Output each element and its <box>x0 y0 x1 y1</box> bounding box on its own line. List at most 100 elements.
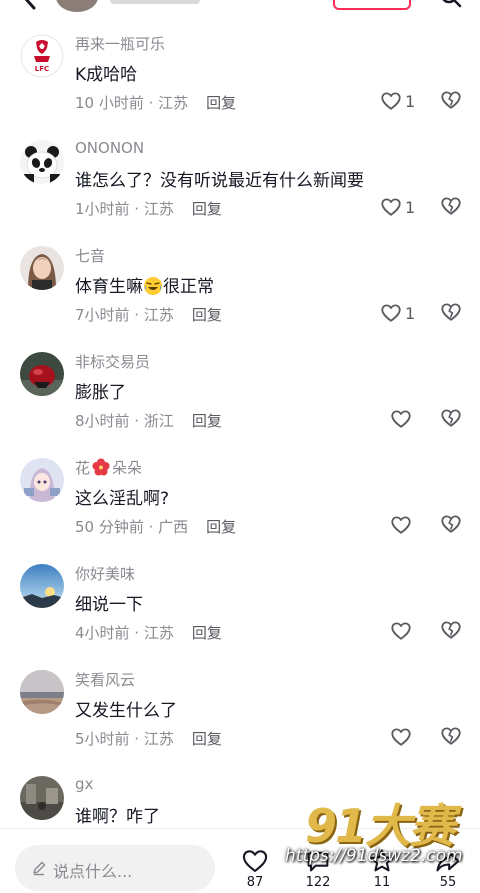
heart-icon <box>391 622 411 640</box>
comment-item: 非标交易员 膨胀了 8小时前 · 浙江 回复 <box>0 344 480 450</box>
comment-item: 七音 体育生嘛 很正常 7小时前 · 江苏 回复 1 <box>0 238 480 344</box>
comment-item: 花 朵朵 这么淫乱啊? 50 分钟前 · 广西 回复 <box>0 450 480 556</box>
comment-input-placeholder: 说点什么... <box>53 862 133 881</box>
reply-button[interactable]: 回复 <box>206 518 236 536</box>
anime-girl-icon <box>20 458 64 502</box>
like-button[interactable] <box>390 619 415 643</box>
comment-author[interactable]: 非标交易员 <box>75 351 150 372</box>
reply-button[interactable]: 回复 <box>192 200 222 218</box>
comment-author-part: 朵朵 <box>112 459 143 477</box>
comment-meta: 7小时前 · 江苏 回复 <box>75 304 222 325</box>
reply-button[interactable]: 回复 <box>192 624 222 642</box>
sky-sunset-icon <box>20 564 64 608</box>
like-button[interactable] <box>390 513 415 537</box>
heart-icon <box>391 516 411 534</box>
street-photo-icon <box>20 776 64 820</box>
comment-text: 这么淫乱啊? <box>75 489 170 509</box>
reply-button[interactable]: 回复 <box>206 94 236 112</box>
comment-author[interactable]: 笑看风云 <box>75 669 135 690</box>
comment-time: 10 小时前 · 江苏 <box>75 94 189 112</box>
author-name <box>110 0 200 4</box>
broken-heart-icon[interactable] <box>440 513 462 535</box>
follow-button[interactable] <box>333 0 411 10</box>
like-action[interactable]: 87 <box>235 843 275 893</box>
comment-meta: 4小时前 · 江苏 回复 <box>75 622 222 643</box>
avatar[interactable] <box>20 776 64 820</box>
comment-time: 7小时前 · 江苏 <box>75 306 174 324</box>
heart-icon <box>381 304 401 322</box>
reply-button[interactable]: 回复 <box>192 730 222 748</box>
comment-meta: 8小时前 · 浙江 回复 <box>75 410 222 431</box>
comment-action[interactable]: 122 <box>298 843 338 893</box>
comment-author[interactable]: 七音 <box>75 245 105 266</box>
broken-heart-icon[interactable] <box>440 195 462 217</box>
share-action[interactable]: 55 <box>428 843 468 893</box>
avatar[interactable] <box>20 458 64 502</box>
avatar[interactable] <box>20 140 64 184</box>
like-button[interactable]: 1 <box>380 89 415 113</box>
comment-text: 细说一下 <box>75 595 143 615</box>
like-count: 87 <box>246 875 264 890</box>
comment-author[interactable]: gx <box>75 775 93 793</box>
back-arrow-icon[interactable] <box>20 0 40 10</box>
comment-author[interactable]: 再来一瓶可乐 <box>75 33 165 54</box>
comment-time: 8小时前 · 浙江 <box>75 412 174 430</box>
share-count: 55 <box>439 875 457 890</box>
red-object-icon <box>20 352 64 396</box>
avatar[interactable]: LFC <box>20 34 64 78</box>
star-icon <box>370 849 394 872</box>
heart-icon <box>391 728 411 746</box>
avatar[interactable] <box>20 246 64 290</box>
favorite-action[interactable]: 11 <box>362 843 402 893</box>
broken-heart-icon[interactable] <box>440 407 462 429</box>
heart-icon <box>242 850 268 872</box>
comment-input[interactable]: 说点什么... <box>15 845 215 891</box>
heart-icon <box>381 198 401 216</box>
heart-icon <box>381 92 401 110</box>
comment-text: 体育生嘛 很正常 <box>75 272 214 297</box>
comment-text: 膨胀了 <box>75 383 126 403</box>
heart-icon <box>391 410 411 428</box>
like-button[interactable] <box>390 407 415 431</box>
pencil-icon <box>33 861 46 876</box>
bottom-bar: 说点什么... 87 122 11 55 <box>0 828 480 891</box>
comment-meta: 10 小时前 · 江苏 回复 <box>75 92 236 113</box>
hibiscus-emoji-icon <box>92 458 110 476</box>
favorite-count: 11 <box>373 875 391 890</box>
comment-author[interactable]: 花 朵朵 <box>75 457 142 478</box>
broken-heart-icon[interactable] <box>440 725 462 747</box>
woman-portrait-icon <box>20 246 64 290</box>
like-count: 1 <box>405 303 416 323</box>
like-count: 1 <box>405 91 416 111</box>
search-icon[interactable] <box>440 0 462 8</box>
comment-text: 谁怎么了？没有听说最近有什么新闻要 <box>75 171 364 191</box>
comment-author[interactable]: 你好美味 <box>75 563 135 584</box>
author-avatar[interactable] <box>56 0 98 12</box>
comment-author-part: 花 <box>75 459 91 477</box>
laughing-crying-emoji-icon <box>144 277 162 295</box>
share-icon <box>436 851 460 872</box>
avatar[interactable] <box>20 564 64 608</box>
comment-item: 你好美味 细说一下 4小时前 · 江苏 回复 <box>0 556 480 662</box>
comment-author[interactable]: ONONON <box>75 139 144 157</box>
comment-text-part: 很正常 <box>163 277 214 297</box>
like-button[interactable]: 1 <box>380 301 415 325</box>
like-button[interactable] <box>390 725 415 749</box>
avatar[interactable] <box>20 352 64 396</box>
comment-meta: 50 分钟前 · 广西 回复 <box>75 516 236 537</box>
top-bar <box>0 0 480 26</box>
lfc-crest-icon: LFC <box>20 34 64 78</box>
reply-button[interactable]: 回复 <box>192 412 222 430</box>
reply-button[interactable]: 回复 <box>192 306 222 324</box>
comment-text: K成哈哈 <box>75 65 138 85</box>
broken-heart-icon[interactable] <box>440 619 462 641</box>
like-button[interactable]: 1 <box>380 195 415 219</box>
beach-landscape-icon <box>20 670 64 714</box>
like-count: 1 <box>405 197 416 217</box>
avatar[interactable] <box>20 670 64 714</box>
comment-text-part: 体育生嘛 <box>75 277 143 297</box>
broken-heart-icon[interactable] <box>440 89 462 111</box>
comment-time: 5小时前 · 江苏 <box>75 730 174 748</box>
broken-heart-icon[interactable] <box>440 301 462 323</box>
comment-meta: 5小时前 · 江苏 回复 <box>75 728 222 749</box>
